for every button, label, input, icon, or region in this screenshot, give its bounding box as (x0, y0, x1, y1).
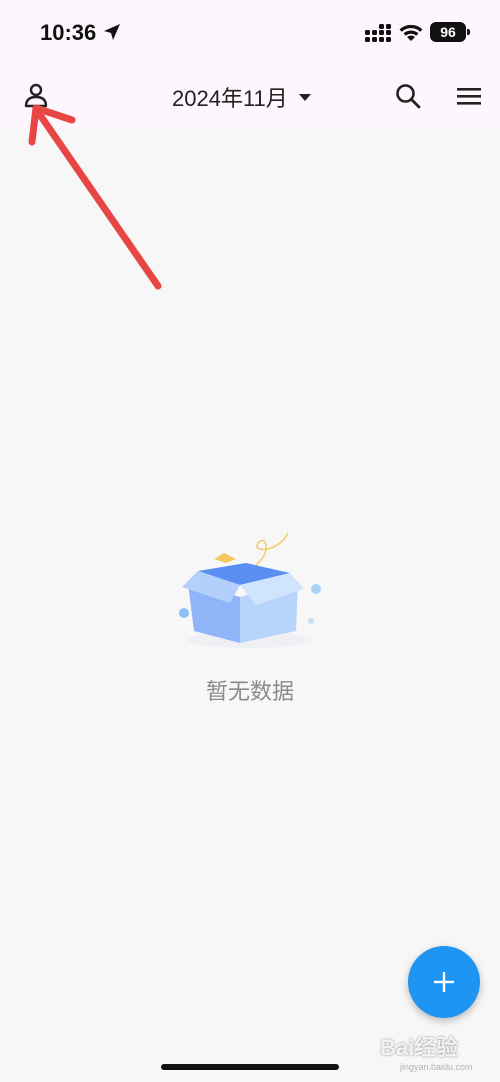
month-picker[interactable]: 2024年11月 (172, 82, 312, 112)
add-button[interactable] (408, 946, 480, 1018)
month-label: 2024年11月 (172, 86, 288, 111)
location-arrow-icon (104, 24, 120, 40)
empty-state-text: 暂无数据 (205, 680, 294, 705)
caret-down-icon (298, 94, 311, 101)
status-bar: 10:36 96 (0, 0, 500, 64)
plus-icon (434, 972, 454, 992)
battery-icon: 96 (430, 22, 470, 42)
menu-icon[interactable] (456, 84, 482, 108)
app-screen: 10:36 96 2024年11月 暂无数据 Bai经验 jingyan.bai… (0, 0, 500, 1082)
home-indicator[interactable] (161, 1064, 339, 1070)
wifi-icon (399, 24, 423, 41)
status-time: 10:36 (40, 20, 97, 45)
search-icon[interactable] (394, 82, 422, 110)
empty-box-icon (179, 532, 321, 648)
watermark-url: jingyan.baidu.com (400, 1062, 473, 1072)
signal-icon (365, 24, 391, 42)
red-arrow-icon (28, 104, 162, 290)
